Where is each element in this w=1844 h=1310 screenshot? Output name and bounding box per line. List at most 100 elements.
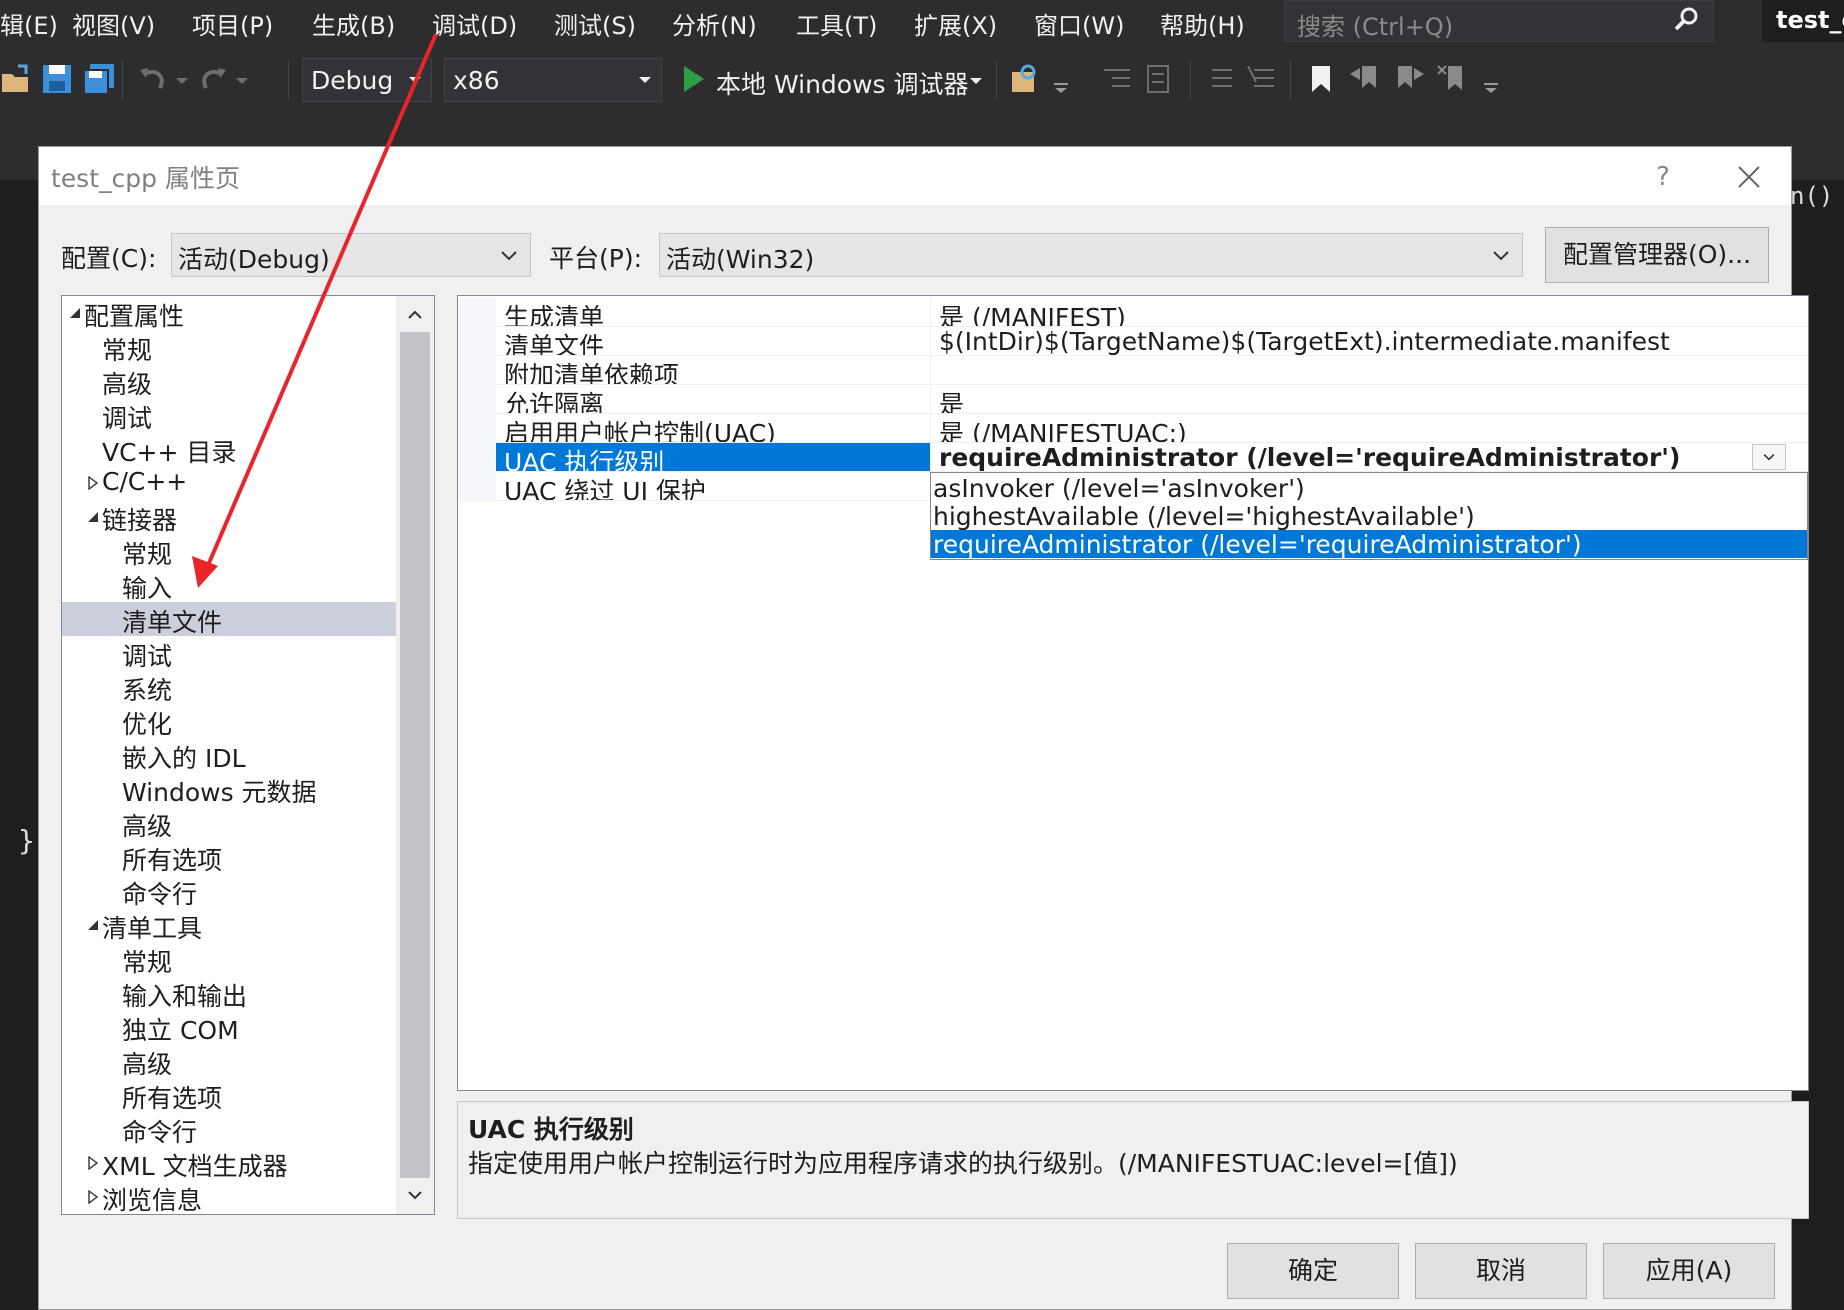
menu-test[interactable]: 测试(S) [554, 6, 636, 41]
tree-scrollbar[interactable] [396, 296, 434, 1214]
cancel-button[interactable]: 取消 [1415, 1243, 1587, 1299]
menu-analyze[interactable]: 分析(N) [672, 6, 757, 41]
menu-extensions[interactable]: 扩展(X) [914, 6, 997, 41]
collapsed-triangle-icon[interactable] [86, 476, 100, 490]
expanded-triangle-icon[interactable] [86, 510, 100, 524]
toolbar-overflow-icon[interactable] [1480, 62, 1502, 96]
property-name[interactable]: UAC 绕过 UI 保护 [496, 472, 930, 501]
property-value[interactable] [930, 356, 1808, 385]
tree-item[interactable]: 系统 [62, 670, 396, 705]
solution-platform-select[interactable]: x86 [444, 58, 662, 102]
property-value[interactable]: 是 (/MANIFEST) [930, 298, 1808, 327]
menu-edit[interactable]: 辑(E) [0, 6, 58, 41]
tree-item[interactable]: 所有选项 [62, 840, 396, 875]
tree-item[interactable]: 优化 [62, 704, 396, 739]
tree-item[interactable]: 高级 [62, 806, 396, 841]
property-value[interactable]: 是 (/MANIFESTUAC:) [930, 414, 1808, 443]
expanded-triangle-icon[interactable] [68, 306, 82, 320]
save-all-icon[interactable] [82, 62, 116, 96]
redo-dropdown-icon[interactable] [232, 62, 252, 96]
tree-item[interactable]: 独立 COM [62, 1010, 396, 1045]
platform-select[interactable]: 活动(Win32) [659, 233, 1523, 277]
chevron-up-icon[interactable] [406, 306, 424, 324]
clear-bookmarks-icon[interactable] [1436, 62, 1470, 96]
solution-configuration-select[interactable]: Debug [302, 58, 432, 102]
property-row[interactable]: 清单文件 $(IntDir)$(TargetName)$(TargetExt).i… [458, 327, 1808, 356]
menu-debug[interactable]: 调试(D) [432, 6, 517, 41]
property-row[interactable]: 启用用户帐户控制(UAC) 是 (/MANIFESTUAC:) [458, 414, 1808, 443]
help-button[interactable]: ? [1643, 157, 1683, 197]
save-icon[interactable] [40, 62, 74, 96]
tree-item[interactable]: 所有选项 [62, 1078, 396, 1113]
menu-window[interactable]: 窗口(W) [1034, 6, 1124, 41]
run-dropdown-icon[interactable] [966, 62, 986, 96]
collapsed-triangle-icon[interactable] [86, 1156, 100, 1170]
tree-item[interactable]: 常规 [62, 330, 396, 365]
dropdown-option[interactable]: asInvoker (/level='asInvoker') [931, 474, 1807, 503]
property-value[interactable]: $(IntDir)$(TargetName)$(TargetExt).inter… [930, 327, 1808, 356]
tree-item[interactable]: 调试 [62, 636, 396, 671]
tree-item[interactable]: C/C++ [62, 466, 396, 500]
ok-button[interactable]: 确定 [1227, 1243, 1399, 1299]
tree-item[interactable]: 清单工具 [62, 908, 396, 943]
tree-item[interactable]: 高级 [62, 364, 396, 399]
tree-item[interactable]: 常规 [62, 942, 396, 977]
property-row[interactable]: 允许隔离是 [458, 385, 1808, 414]
tree-item[interactable]: Windows 元数据 [62, 772, 396, 807]
tree-item[interactable]: 高级 [62, 1044, 396, 1079]
menu-view[interactable]: 视图(V) [72, 6, 155, 41]
undo-icon[interactable] [136, 62, 170, 96]
bookmark-icon[interactable] [1304, 62, 1338, 96]
tree-item[interactable]: 调试 [62, 398, 396, 433]
tree-item[interactable]: 输入和输出 [62, 976, 396, 1011]
open-folder-icon[interactable] [0, 62, 34, 96]
menu-build[interactable]: 生成(B) [312, 6, 395, 41]
tree-item[interactable]: XML 文档生成器 [62, 1146, 396, 1181]
dropdown-option[interactable]: requireAdministrator (/level='requireAdm… [931, 530, 1807, 559]
start-debugging-button[interactable]: 本地 Windows 调试器 [680, 58, 980, 102]
indent-increase-icon[interactable] [1142, 62, 1176, 96]
tree-item[interactable]: 输入 [62, 568, 396, 603]
uncomment-icon[interactable] [1244, 62, 1278, 96]
menu-project[interactable]: 项目(P) [192, 6, 273, 41]
redo-icon[interactable] [196, 62, 230, 96]
apply-button[interactable]: 应用(A) [1603, 1243, 1775, 1299]
tree-item[interactable]: 命令行 [62, 1112, 396, 1147]
tree-item[interactable]: 配置属性 [62, 296, 396, 331]
indent-decrease-icon[interactable] [1100, 62, 1134, 96]
tree-item[interactable]: 常规 [62, 534, 396, 569]
property-row[interactable]: UAC 执行级别 requireAdministrator (/level='re… [458, 443, 1808, 472]
undo-dropdown-icon[interactable] [172, 62, 192, 96]
find-in-files-icon[interactable] [1008, 62, 1042, 96]
property-name[interactable]: 附加清单依赖项 [496, 356, 930, 385]
property-name[interactable]: 允许隔离 [496, 385, 930, 414]
property-row[interactable]: 附加清单依赖项 [458, 356, 1808, 385]
tree-item[interactable]: 嵌入的 IDL [62, 738, 396, 773]
tree-item[interactable]: 链接器 [62, 500, 396, 535]
tree-item[interactable]: 命令行 [62, 874, 396, 909]
configuration-manager-button[interactable]: 配置管理器(O)... [1545, 227, 1769, 283]
configuration-select[interactable]: 活动(Debug) [171, 233, 531, 277]
property-value[interactable]: 是 [930, 385, 1808, 414]
next-bookmark-icon[interactable] [1392, 62, 1426, 96]
tree-item[interactable]: 清单文件 [62, 602, 396, 637]
scrollbar-thumb[interactable] [400, 332, 430, 1178]
chevron-down-icon[interactable] [1752, 444, 1786, 470]
menu-tools[interactable]: 工具(T) [796, 6, 877, 41]
property-name[interactable]: 生成清单 [496, 298, 930, 327]
collapsed-triangle-icon[interactable] [86, 1190, 100, 1204]
property-name[interactable]: 启用用户帐户控制(UAC) [496, 414, 930, 443]
previous-bookmark-icon[interactable] [1348, 62, 1382, 96]
property-name[interactable]: UAC 执行级别 [496, 443, 930, 472]
property-name[interactable]: 清单文件 [496, 327, 930, 356]
chevron-down-icon[interactable] [406, 1186, 424, 1204]
toolbar-overflow-icon[interactable] [1050, 62, 1072, 96]
expanded-triangle-icon[interactable] [86, 918, 100, 932]
property-value[interactable]: requireAdministrator (/level='requireAdm… [930, 443, 1808, 472]
tree-item[interactable]: 浏览信息 [62, 1180, 396, 1214]
dropdown-option[interactable]: highestAvailable (/level='highestAvailab… [931, 502, 1807, 531]
close-icon[interactable] [1729, 157, 1769, 197]
tree-item[interactable]: VC++ 目录 [62, 432, 396, 467]
property-row[interactable]: 生成清单是 (/MANIFEST) [458, 298, 1808, 327]
menu-help[interactable]: 帮助(H) [1160, 6, 1245, 41]
